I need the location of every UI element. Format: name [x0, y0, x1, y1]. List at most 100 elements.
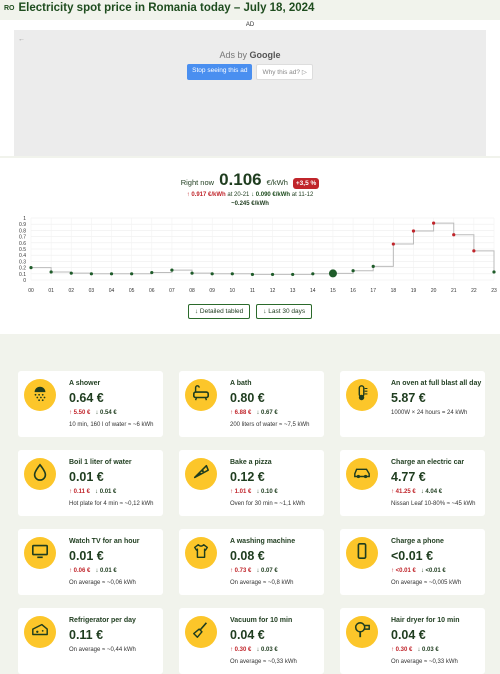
min-price-arrow-icon: ↓ — [251, 192, 255, 198]
card-min: ↓ 0.67 € — [256, 410, 278, 416]
x-tick-label: 22 — [471, 288, 477, 294]
max-price-arrow-icon: ↑ — [186, 192, 190, 198]
detailed-table-button[interactable]: ↓ Detailed tabled — [187, 304, 251, 319]
card-note: 200 liters of water ≈ ~7,5 kWh — [230, 422, 310, 428]
y-tick-label: 0.2 — [19, 266, 26, 272]
x-tick-label: 02 — [68, 288, 74, 294]
back-arrow-icon[interactable]: ← — [18, 36, 25, 43]
card-price: 0.08 € — [230, 549, 265, 563]
ads-by-prefix: Ads by — [219, 50, 247, 60]
card-title: A washing machine — [230, 538, 296, 545]
max-price: 0.917 €/kWh — [191, 192, 226, 198]
price-point — [432, 221, 436, 225]
water-drop-icon — [31, 463, 49, 486]
cost-card: Hair dryer for 10 min 0.04 € ↑ 0.30 € ↓ 0.0… — [340, 608, 485, 674]
card-min-max: ↑ 0.11 € ↓ 0.01 € — [69, 489, 116, 495]
min-price-time: at 11-12 — [291, 192, 314, 198]
price-point — [328, 269, 337, 278]
card-min-max: ↑ 41.25 € ↓ 4.04 € — [391, 489, 442, 495]
cost-card: An oven at full blast all day 5.87 € 1000W… — [340, 371, 485, 437]
car-icon — [352, 463, 372, 486]
ad-label: AD — [245, 22, 255, 28]
card-min-max: ↑ 0.73 € ↓ 0.07 € — [230, 568, 278, 574]
card-min: ↓ 0.03 € — [256, 647, 278, 653]
card-price: 0.11 € — [69, 628, 104, 642]
last-30-days-button[interactable]: ↓ Last 30 days — [256, 304, 313, 319]
card-title: Refrigerator per day — [69, 617, 136, 624]
price-point — [492, 270, 496, 274]
stop-seeing-ad-button[interactable]: Stop seeing this ad — [187, 64, 253, 80]
ads-by-brand: Google — [249, 50, 281, 60]
card-max: ↑ 0.73 € — [230, 568, 252, 574]
price-point — [472, 249, 476, 253]
price-point — [291, 272, 295, 277]
price-point — [69, 271, 73, 275]
card-note: On average ≈ ~0,8 kWh — [230, 580, 294, 586]
icon-badge — [24, 537, 56, 569]
price-change-badge: +3,5 % — [292, 178, 320, 189]
price-point — [150, 270, 154, 275]
card-title: A bath — [230, 380, 252, 387]
card-max: ↑ <0.01 € — [391, 568, 416, 574]
y-tick-label: 0.4 — [19, 253, 26, 259]
x-tick-label: 09 — [209, 288, 215, 294]
card-title: Bake a pizza — [230, 459, 272, 466]
ad-box: ← Ads by Google Stop seeing this ad Why … — [14, 30, 486, 156]
card-min-max: ↑ 0.30 € ↓ 0.03 € — [230, 647, 278, 653]
price-point — [270, 272, 275, 277]
card-note: On average ≈ ~0,005 kWh — [391, 580, 462, 586]
card-title: Vacuum for 10 min — [230, 617, 293, 624]
x-tick-label: 10 — [230, 288, 236, 294]
y-tick-label: 1 — [23, 216, 26, 222]
card-min: ↓ 4.04 € — [420, 489, 443, 495]
icon-badge — [24, 379, 56, 411]
shower-icon — [31, 384, 49, 407]
x-tick-label: 01 — [48, 288, 54, 294]
card-max: ↑ 1.01 € — [230, 489, 252, 495]
y-tick-label: 0.1 — [19, 272, 26, 278]
pizza-icon — [192, 463, 210, 486]
card-title: An oven at full blast all day — [391, 380, 482, 387]
cost-examples-grid: A shower 0.64 € ↑ 5.50 € ↓ 0.54 € 10 min, 16… — [18, 371, 485, 674]
card-min: ↓ 0.01 € — [95, 568, 117, 574]
tv-icon — [31, 542, 49, 565]
x-tick-label: 08 — [189, 288, 195, 294]
price-point — [411, 229, 416, 233]
why-this-ad-button[interactable]: Why this ad? ▷ — [256, 64, 313, 80]
phone-icon — [353, 542, 371, 565]
x-tick-label: 06 — [149, 288, 155, 294]
price-min-max: ↑ 0.917 €/kWh at 20-21 ↓ 0.090 €/kWh at … — [0, 192, 500, 198]
price-point — [210, 272, 214, 276]
y-tick-label: 0 — [23, 278, 26, 284]
x-tick-label: 05 — [129, 288, 135, 294]
price-point — [391, 242, 395, 246]
broom-icon — [192, 621, 210, 644]
x-tick-label: 13 — [290, 288, 296, 294]
y-tick-label: 0.5 — [19, 247, 26, 253]
bath-icon — [192, 384, 210, 407]
card-note: 10 min, 160 l of water ≈ ~6 kWh — [69, 422, 154, 428]
current-price-unit: €/kWh — [266, 178, 288, 187]
card-price: 0.01 € — [69, 549, 104, 563]
card-min: ↓ 0.01 € — [95, 489, 117, 495]
price-chart: 00.10.20.30.40.50.60.70.80.9100 01 02 03 04 0… — [19, 216, 497, 294]
card-price: 5.87 € — [391, 391, 426, 405]
icon-badge — [346, 616, 378, 648]
cost-card: Boil 1 liter of water 0.01 € ↑ 0.11 € ↓ 0.0… — [18, 450, 163, 516]
icon-badge — [185, 537, 217, 569]
cost-card: A washing machine 0.08 € ↑ 0.73 € ↓ 0.07 € O… — [179, 529, 324, 595]
card-note: Hot plate for 4 min ≈ ~0,12 kWh — [69, 501, 154, 507]
cost-card: Charge an electric car 4.77 € ↑ 41.25 € ↓ 4… — [340, 450, 485, 516]
price-chart-panel: Right now 0.106 €/kWh +3,5 % ↑ 0.917 €/k… — [0, 158, 500, 334]
cost-card: Charge a phone <0.01 € ↑ <0.01 € ↓ <0.01 € O… — [340, 529, 485, 595]
card-min-max: ↑ 0.30 € ↓ 0.03 € — [391, 647, 439, 653]
current-price-value: 0.106 — [219, 170, 262, 189]
card-min: ↓ 0.07 € — [256, 568, 278, 574]
icon-badge — [346, 379, 378, 411]
price-point — [351, 269, 355, 273]
price-point — [89, 272, 93, 276]
price-point — [29, 266, 33, 270]
icon-badge — [185, 616, 217, 648]
icon-badge — [185, 458, 217, 490]
page-title: RO Electricity spot price in Romania tod… — [0, 0, 500, 16]
